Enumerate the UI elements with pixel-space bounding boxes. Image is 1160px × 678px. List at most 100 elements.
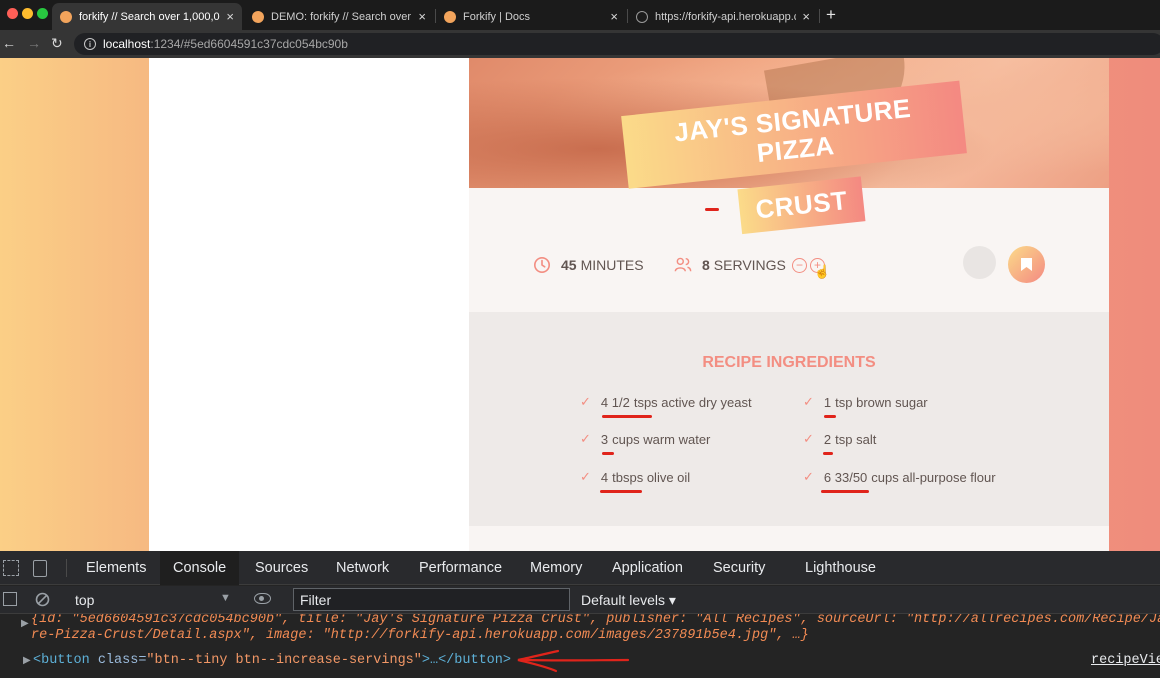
recipe-details: 45 MINUTES 8 SERVINGS − + ☝ (469, 188, 1109, 312)
page-viewport: JAY'S SIGNATURE PIZZA CRUST 45 MINUTES 8… (0, 58, 1160, 551)
url-host: localhost (103, 37, 151, 51)
recipe-image: JAY'S SIGNATURE PIZZA CRUST (469, 58, 1109, 234)
forward-arrow-icon[interactable]: → (27, 35, 41, 51)
tab-sources[interactable]: Sources (255, 551, 308, 585)
console-element-line[interactable]: <button class="btn--tiny btn--increase-s… (33, 653, 511, 668)
annotation-arrow (517, 649, 630, 673)
ingredient-item: ✓ 4 tbsps olive oil (580, 469, 690, 485)
new-tab-button[interactable]: + (826, 5, 836, 25)
search-results-panel (149, 58, 469, 551)
close-icon[interactable]: × (418, 9, 426, 24)
url-path: :1234/#5ed6604591c37cdc054bc90b (150, 37, 348, 51)
recipe-view: JAY'S SIGNATURE PIZZA CRUST 45 MINUTES 8… (469, 58, 1109, 551)
ingredient-quantity: 1 (823, 394, 832, 410)
tab-label: Forkify | Docs (463, 10, 531, 23)
browser-tab-bar: forkify // Search over 1,000,000 × DEMO:… (0, 0, 1160, 30)
tab-security[interactable]: Security (713, 551, 765, 585)
clear-console-icon[interactable] (35, 592, 50, 607)
close-icon[interactable]: × (802, 9, 810, 24)
ingredients-heading: RECIPE INGREDIENTS (702, 354, 876, 371)
ingredient-item: ✓ 4 1/2 tsps active dry yeast (580, 394, 752, 410)
console-toolbar: top ▼ Filter Default levels ▾ (0, 586, 1160, 614)
element-tag-close: >…</button> (421, 653, 511, 668)
ingredient-description: tsp salt (835, 431, 877, 447)
back-arrow-icon[interactable]: ← (2, 35, 16, 51)
expand-caret-icon[interactable]: ▶ (23, 655, 31, 667)
sidebar-toggle-icon[interactable] (3, 592, 17, 606)
reload-icon[interactable]: ↻ (51, 35, 63, 52)
console-log-line[interactable]: re-Pizza-Crust/Detail.aspx", image: "htt… (31, 628, 809, 643)
bookmark-button[interactable] (1008, 246, 1045, 283)
ingredient-quantity: 6 33/50 (823, 469, 868, 485)
close-icon[interactable]: × (610, 9, 618, 24)
hand-cursor-icon: ☝ (814, 264, 831, 279)
ingredient-item: ✓ 3 cups warm water (580, 431, 710, 447)
globe-icon (636, 10, 648, 23)
devtools-panel: Elements Console Sources Network Perform… (0, 551, 1160, 678)
minimize-window-button[interactable] (22, 8, 33, 19)
check-icon: ✓ (580, 469, 591, 484)
ingredient-quantity: 2 (823, 431, 832, 447)
bookmark-icon (1021, 258, 1032, 271)
tab-elements[interactable]: Elements (86, 551, 146, 585)
servings: 8 SERVINGS (674, 256, 786, 274)
device-toolbar-icon[interactable] (33, 560, 47, 577)
console-object-text: re-Pizza-Crust/Detail.aspx", image: "htt… (31, 628, 809, 643)
tab-application[interactable]: Application (612, 551, 683, 585)
cooking-time: 45 MINUTES (533, 256, 644, 274)
source-file-link[interactable]: recipeView.js (1091, 653, 1160, 668)
close-icon[interactable]: × (226, 9, 234, 24)
element-attr-name: class= (97, 653, 147, 668)
console-filter-input[interactable]: Filter (293, 588, 570, 611)
tab-lighthouse[interactable]: Lighthouse (805, 551, 876, 585)
ingredient-item: ✓ 2 tsp salt (803, 431, 876, 447)
live-expression-eye-icon[interactable] (254, 593, 271, 604)
tab-label: https://forkify-api.herokuapp.com (655, 10, 796, 23)
annotation-underline (705, 208, 719, 211)
element-tag-open: <button (33, 653, 98, 668)
tab-memory[interactable]: Memory (530, 551, 582, 585)
ingredient-description: cups warm water (612, 431, 711, 447)
recipe-ingredients: RECIPE INGREDIENTS ✓ 4 1/2 tsps active d… (469, 312, 1109, 526)
ingredient-quantity: 3 (600, 431, 609, 447)
browser-tab-forkify[interactable]: forkify // Search over 1,000,000 × (52, 3, 242, 30)
annotation-underline (602, 415, 652, 418)
log-levels-select[interactable]: Default levels ▾ (581, 592, 676, 609)
inspect-element-icon[interactable] (3, 560, 19, 576)
tab-network[interactable]: Network (336, 551, 389, 585)
servings-unit: SERVINGS (713, 257, 786, 273)
browser-tab-api[interactable]: https://forkify-api.herokuapp.com × (628, 3, 818, 30)
context-select[interactable]: top (75, 592, 94, 608)
check-icon: ✓ (803, 431, 814, 446)
check-icon: ✓ (803, 469, 814, 484)
cooking-time-unit: MINUTES (580, 257, 644, 273)
clock-icon (533, 256, 551, 274)
forkify-favicon-icon (60, 10, 72, 23)
tab-performance[interactable]: Performance (419, 551, 502, 585)
annotation-underline (602, 452, 614, 455)
ingredient-description: cups all-purpose flour (871, 469, 996, 485)
annotation-underline (821, 490, 869, 493)
annotation-underline (600, 490, 642, 493)
chevron-down-icon[interactable]: ▼ (220, 592, 231, 604)
ingredient-item: ✓ 6 33/50 cups all-purpose flour (803, 469, 996, 485)
expand-caret-icon[interactable]: ▶ (21, 618, 29, 630)
check-icon: ✓ (580, 431, 591, 446)
cooking-time-value: 45 (561, 257, 577, 273)
address-bar: ← → ↻ i localhost:1234/#5ed6604591c37cdc… (0, 30, 1160, 58)
recipe-directions-section (469, 526, 1109, 551)
browser-tab-demo[interactable]: DEMO: forkify // Search over 1,000,000 × (244, 3, 434, 30)
tab-label: forkify // Search over 1,000,000 (79, 10, 221, 23)
url-field[interactable]: i localhost:1234/#5ed6604591c37cdc054bc9… (74, 33, 1160, 55)
servings-value: 8 (702, 257, 710, 273)
console-log-line[interactable]: {id: "5ed6604591c37cdc054bc90b", title: … (31, 614, 1160, 627)
maximize-window-button[interactable] (37, 8, 48, 19)
annotation-underline (824, 415, 836, 418)
tab-console[interactable]: Console (160, 551, 240, 585)
info-icon[interactable]: i (84, 38, 96, 50)
forkify-favicon-icon (252, 10, 264, 23)
decrease-servings-button[interactable]: − (792, 258, 807, 273)
close-window-button[interactable] (7, 8, 18, 19)
browser-tab-docs[interactable]: Forkify | Docs × (436, 3, 626, 30)
ingredient-description: tsps active dry yeast (633, 394, 752, 410)
